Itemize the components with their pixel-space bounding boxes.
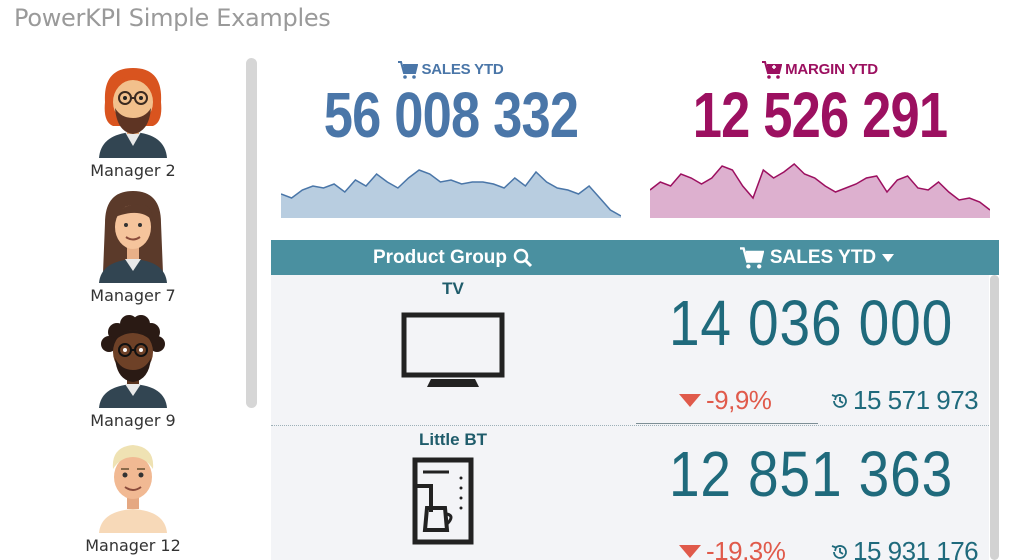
manager-list[interactable]: Manager 2 Manager 7 Manager 9 Manager 12 [75,58,235,560]
manager-name: Manager 2 [90,161,176,180]
variance-value: -19,3% [706,536,786,560]
sales-value: 12 851 363 [668,438,954,510]
table-scrollbar[interactable] [990,275,999,560]
product-name: TV [442,279,464,298]
variance: -19,3% [679,536,786,560]
variance-value: -9,9% [706,385,772,415]
manager-item[interactable]: Manager 12 [75,433,191,558]
previous-value: 15 571 973 [831,385,979,416]
product-table: Product Group SALES YTD TV 14 036 000 -9… [271,240,999,560]
column-header-label: SALES YTD [769,246,877,268]
down-triangle-icon [679,394,701,407]
previous-value-text: 15 931 176 [853,536,979,560]
kpi-label-text: MARGIN YTD [785,61,878,78]
down-triangle-icon [679,545,701,558]
table-row[interactable]: Little BT 12 851 363 -19,3% 15 931 176 [271,425,989,560]
sales-value: 14 036 000 [668,287,954,359]
manager-list-scrollbar[interactable] [246,58,257,408]
column-header-product-group[interactable]: Product Group [271,240,635,275]
manager-item[interactable]: Manager 7 [75,183,191,308]
cart-icon [739,246,764,269]
avatar [99,191,167,283]
search-icon[interactable] [513,248,533,268]
previous-value-text: 15 571 973 [853,385,979,415]
manager-name: Manager 7 [90,286,176,305]
kpi-margin-ytd[interactable]: MARGIN YTD 12 526 291 [650,60,990,220]
kpi-value: 56 008 332 [323,79,579,151]
tv-icon [401,312,505,387]
avatar [99,68,167,158]
manager-item[interactable]: Manager 9 [75,308,191,433]
avatar [99,315,167,408]
divider [636,423,818,424]
history-icon [831,393,847,408]
variance: -9,9% [679,385,772,416]
kpi-label: SALES YTD [281,60,621,80]
table-row[interactable]: TV 14 036 000 -9,9% 15 571 973 [271,275,989,425]
history-icon [831,544,847,559]
manager-name: Manager 12 [85,536,181,555]
manager-name: Manager 9 [90,411,176,430]
sparkline-area [650,164,990,218]
caret-down-icon[interactable] [882,253,895,262]
sparkline-area [281,170,621,218]
manager-item[interactable]: Manager 2 [75,58,191,183]
coffee-maker-icon [412,457,474,545]
cart-icon [398,61,419,79]
cart-plus-icon [762,61,783,79]
kpi-label: MARGIN YTD [650,60,990,80]
sparkline-chart [281,169,621,218]
page-title: PowerKPI Simple Examples [14,4,331,32]
table-header: Product Group SALES YTD [271,240,999,275]
column-header-sales-ytd[interactable]: SALES YTD [635,240,999,275]
kpi-label-text: SALES YTD [421,61,504,78]
avatar [99,445,167,533]
kpi-value: 12 526 291 [692,79,948,151]
sparkline-chart [650,163,990,218]
kpi-sales-ytd[interactable]: SALES YTD 56 008 332 [281,60,621,220]
product-name: Little BT [419,430,487,449]
previous-value: 15 931 176 [831,536,979,560]
column-header-label: Product Group [372,246,508,268]
table-body: TV 14 036 000 -9,9% 15 571 973 Little BT… [271,275,989,560]
